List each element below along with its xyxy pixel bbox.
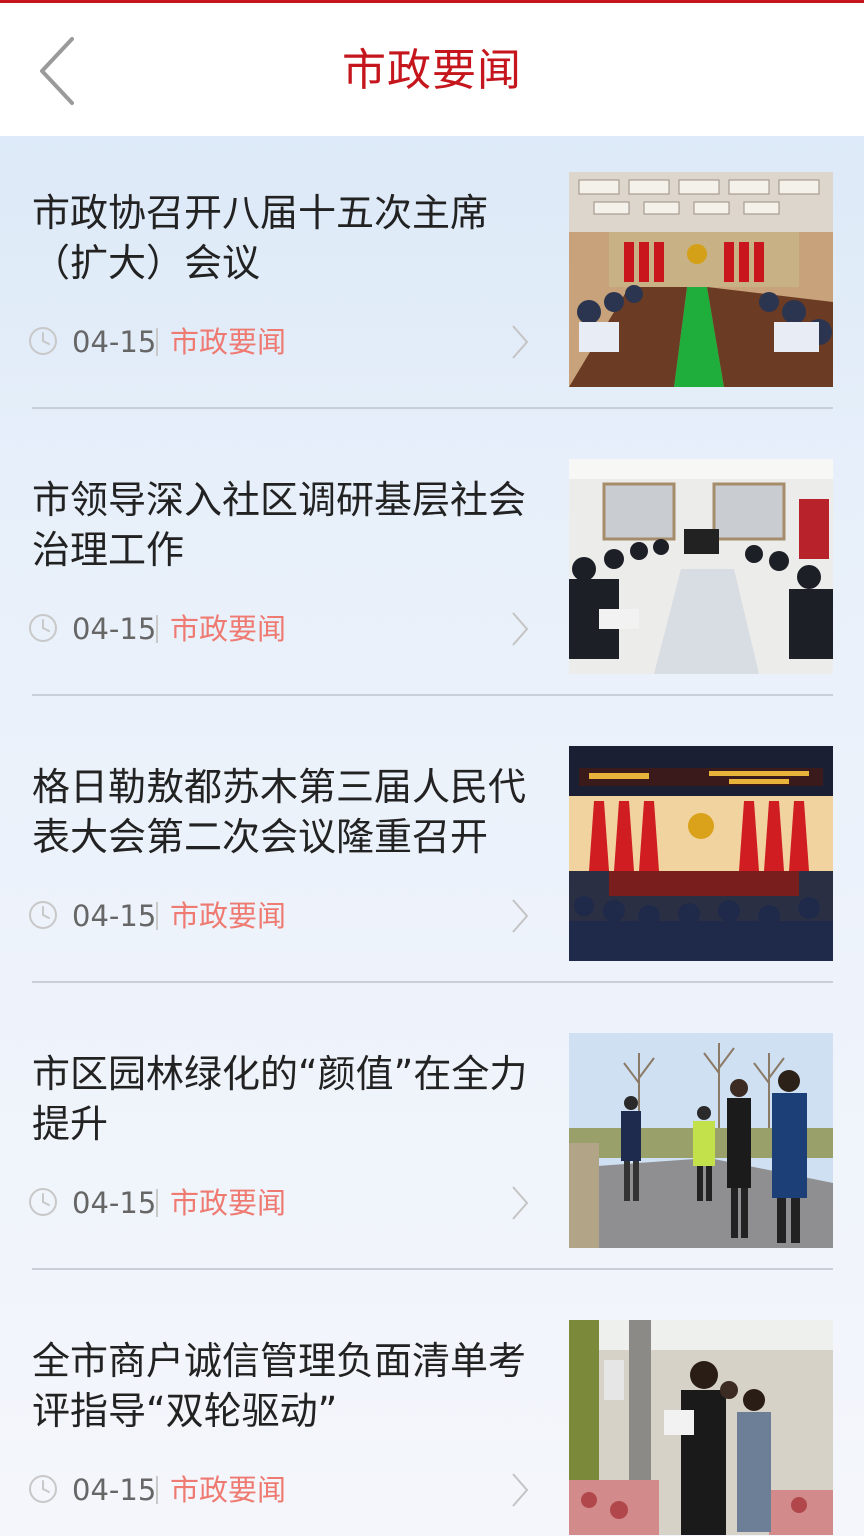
chevron-right-icon: [512, 1473, 529, 1507]
meeting-room-photo: [569, 172, 833, 387]
news-thumbnail[interactable]: [569, 1033, 833, 1248]
item-divider: [32, 981, 833, 983]
clock-icon: [29, 1475, 57, 1503]
news-title: 市政协召开八届十五次主席（扩大）会议: [32, 191, 489, 285]
news-title: 市区园林绿化的“颜值”在全力提升: [32, 1052, 528, 1146]
news-category[interactable]: 市政要闻: [170, 609, 286, 649]
news-list: 市政协召开八届十五次主席（扩大）会议 04-15 市政要闻 市领导深入社区调研基…: [0, 136, 864, 1536]
clock-icon: [29, 901, 57, 929]
news-date: 04-15: [72, 899, 157, 933]
news-title: 格日勒敖都苏木第三届人民代表大会第二次会议隆重召开: [32, 765, 527, 859]
chevron-right-icon: [512, 899, 529, 933]
market-inspection-photo: [569, 1320, 833, 1535]
clock-icon: [29, 327, 57, 355]
news-item[interactable]: 全市商户诚信管理负面清单考评指导“双轮驱动” 04-15 市政要闻: [0, 1284, 864, 1536]
news-meta: 04-15 市政要闻: [28, 322, 548, 362]
news-date: 04-15: [72, 612, 157, 646]
news-meta: 04-15 市政要闻: [28, 1470, 548, 1510]
community-meeting-photo: [569, 459, 833, 674]
news-date: 04-15: [72, 325, 157, 359]
news-date: 04-15: [72, 1186, 157, 1220]
meta-separator: [156, 615, 158, 643]
street-inspection-photo: [569, 1033, 833, 1248]
item-divider: [32, 407, 833, 409]
news-item[interactable]: 市领导深入社区调研基层社会治理工作 04-15 市政要闻: [0, 423, 864, 710]
news-title: 全市商户诚信管理负面清单考评指导“双轮驱动”: [32, 1339, 527, 1433]
news-title: 市领导深入社区调研基层社会治理工作: [32, 478, 527, 572]
news-thumbnail[interactable]: [569, 1320, 833, 1535]
news-category[interactable]: 市政要闻: [170, 1470, 286, 1510]
news-item[interactable]: 市区园林绿化的“颜值”在全力提升 04-15 市政要闻: [0, 997, 864, 1284]
news-meta: 04-15 市政要闻: [28, 1183, 548, 1223]
news-item[interactable]: 格日勒敖都苏木第三届人民代表大会第二次会议隆重召开 04-15 市政要闻: [0, 710, 864, 997]
chevron-right-icon: [512, 1186, 529, 1220]
item-divider: [32, 1268, 833, 1270]
news-thumbnail[interactable]: [569, 746, 833, 961]
clock-icon: [29, 1188, 57, 1216]
chevron-right-icon: [512, 612, 529, 646]
news-thumbnail[interactable]: [569, 459, 833, 674]
news-thumbnail[interactable]: [569, 172, 833, 387]
header-bar: 市政要闻: [0, 3, 864, 136]
meta-separator: [156, 1189, 158, 1217]
news-category[interactable]: 市政要闻: [170, 1183, 286, 1223]
news-meta: 04-15 市政要闻: [28, 896, 548, 936]
meta-separator: [156, 1476, 158, 1504]
meta-separator: [156, 328, 158, 356]
clock-icon: [29, 614, 57, 642]
news-date: 04-15: [72, 1473, 157, 1507]
item-divider: [32, 694, 833, 696]
news-item[interactable]: 市政协召开八届十五次主席（扩大）会议 04-15 市政要闻: [0, 136, 864, 423]
chevron-right-icon: [512, 325, 529, 359]
page-title: 市政要闻: [342, 45, 522, 96]
news-meta: 04-15 市政要闻: [28, 609, 548, 649]
congress-hall-photo: [569, 746, 833, 961]
news-category[interactable]: 市政要闻: [170, 322, 286, 362]
news-category[interactable]: 市政要闻: [170, 896, 286, 936]
meta-separator: [156, 902, 158, 930]
